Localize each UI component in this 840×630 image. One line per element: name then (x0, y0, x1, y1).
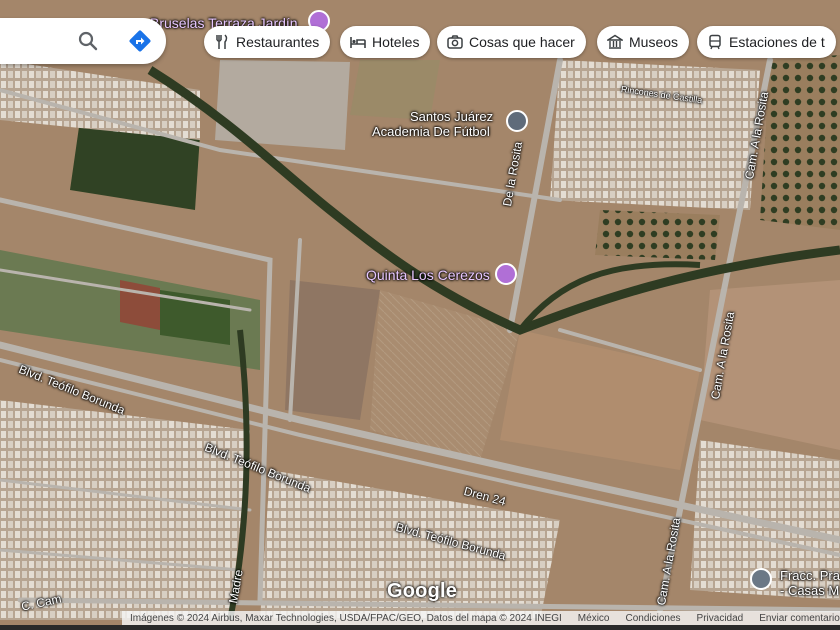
santos-juarez-label-line2[interactable]: Academia De Fútbol (372, 125, 490, 139)
orchard (595, 210, 720, 260)
chip-museos[interactable]: Museos (597, 26, 690, 58)
attribution-credits: Imágenes © 2024 Airbus, Maxar Technologi… (130, 612, 562, 624)
search-box[interactable] (0, 18, 166, 64)
search-icon[interactable] (76, 29, 100, 53)
santos-juarez-label-line1[interactable]: Santos Juárez (410, 110, 493, 124)
chip-estaciones[interactable]: Estaciones de t (697, 26, 836, 58)
residential-block (550, 60, 760, 210)
chip-hoteles[interactable]: Hoteles (340, 26, 431, 58)
quinta-los-cerezos-poi-pin[interactable] (495, 263, 517, 285)
privacy-link[interactable]: Privacidad (689, 613, 752, 624)
hotel-icon (350, 34, 366, 50)
museum-icon (605, 34, 625, 50)
chip-cosas-que-hacer[interactable]: Cosas que hacer (437, 26, 586, 58)
fracc-label-line2[interactable]: - Casas M (780, 584, 839, 598)
chip-label: Restaurantes (236, 34, 320, 50)
chip-restaurantes[interactable]: Restaurantes (204, 26, 331, 58)
chip-label: Hoteles (372, 34, 420, 50)
chip-label: Museos (629, 34, 679, 50)
google-logo: Google (387, 580, 458, 602)
region-link[interactable]: México (570, 613, 618, 624)
chip-label: Cosas que hacer (469, 34, 575, 50)
camera-icon (447, 34, 463, 50)
attribution-bar: Imágenes © 2024 Airbus, Maxar Technologi… (122, 611, 840, 625)
fracc-label-line1[interactable]: Fracc. Pra (780, 569, 840, 583)
directions-icon[interactable] (127, 28, 153, 54)
feedback-link[interactable]: Enviar comentarios (751, 613, 840, 624)
bottom-bar (0, 625, 840, 630)
quinta-los-cerezos-label[interactable]: Quinta Los Cerezos (366, 268, 490, 282)
transit-icon (707, 34, 723, 50)
chip-label: Estaciones de t (729, 34, 825, 50)
restaurant-icon (214, 34, 230, 50)
orchard (760, 55, 840, 230)
red-field (120, 280, 160, 330)
santos-juarez-poi-pin[interactable] (506, 110, 528, 132)
terms-link[interactable]: Condiciones (617, 613, 688, 624)
residential-block (0, 400, 250, 620)
fracc-poi-pin[interactable] (750, 568, 772, 590)
